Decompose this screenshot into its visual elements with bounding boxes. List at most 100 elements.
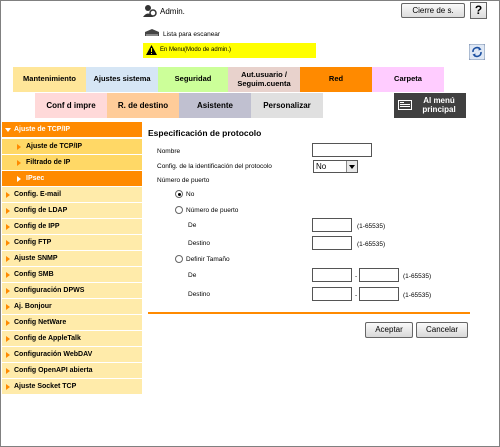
triangle-right-icon <box>6 240 10 246</box>
help-button[interactable]: ? <box>470 2 487 19</box>
sidebar-item-label: Config de AppleTalk <box>14 335 81 342</box>
sidebar-item-label: Config de LDAP <box>14 207 68 214</box>
triangle-right-icon <box>6 288 10 294</box>
sidebar-item-label: Config NetWare <box>14 319 67 326</box>
sidebar-item-label: Configuración WebDAV <box>14 351 93 358</box>
tab-asistente[interactable]: Asistente <box>179 93 251 118</box>
sidebar-item-label: IPsec <box>26 175 45 182</box>
tab-conf-impre[interactable]: Conf d impre <box>35 93 107 118</box>
triangle-right-icon <box>6 272 10 278</box>
scanner-icon <box>145 29 159 36</box>
triangle-right-icon <box>6 368 10 374</box>
range-hint: (1-65535) <box>357 241 386 248</box>
warning-icon <box>146 45 157 55</box>
sidebar-item[interactable]: Config OpenAPI abierta <box>2 363 142 379</box>
radio-define-size[interactable] <box>175 255 183 263</box>
tab-aut-usuario[interactable]: Aut.usuario / Seguim.cuenta <box>228 67 300 92</box>
sidebar-item[interactable]: Config SMB <box>2 267 142 283</box>
triangle-right-icon <box>6 224 10 230</box>
page-title: Especificación de protocolo <box>148 128 262 138</box>
triangle-right-icon <box>6 352 10 358</box>
sidebar-item[interactable]: Config de LDAP <box>2 203 142 219</box>
refresh-icon[interactable] <box>469 44 485 60</box>
admin-user-icon <box>143 5 157 17</box>
size-from-label: De <box>188 272 197 279</box>
range-hint: (1-65535) <box>403 273 432 280</box>
port-from-input[interactable] <box>312 218 352 232</box>
sidebar-item[interactable]: Aj. Bonjour <box>2 299 142 315</box>
dash: - <box>355 292 358 299</box>
radio-port-number[interactable] <box>175 206 183 214</box>
logout-button[interactable]: Cierre de s. <box>401 3 465 18</box>
main-menu-button[interactable]: Al menú principal <box>394 93 466 118</box>
sidebar-item-label: Config. E-mail <box>14 191 62 198</box>
protocol-id-label: Config. de la identificación del protoco… <box>157 163 272 170</box>
sidebar-item[interactable]: Configuración WebDAV <box>2 347 142 363</box>
port-number-label: Número de puerto <box>157 177 210 184</box>
name-label: Nombre <box>157 148 181 155</box>
sidebar-item[interactable]: Configuración DPWS <box>2 283 142 299</box>
tab-destino[interactable]: R. de destino <box>107 93 179 118</box>
triangle-right-icon <box>17 160 21 166</box>
triangle-right-icon <box>6 384 10 390</box>
sidebar-item-label: Ajuste Socket TCP <box>14 383 77 390</box>
accept-button[interactable]: Aceptar <box>365 322 413 338</box>
sidebar-item[interactable]: Config. E-mail <box>2 187 142 203</box>
range-hint: (1-65535) <box>357 223 386 230</box>
sidebar-item-label: Ajuste SNMP <box>14 255 58 262</box>
size-to-end-input[interactable] <box>359 287 399 301</box>
sidebar-item-label: Ajuste de TCP/IP <box>26 143 83 150</box>
admin-mode-label: En Menu(Modo de admin.) <box>160 47 232 53</box>
cancel-button[interactable]: Cancelar <box>416 322 468 338</box>
name-input[interactable] <box>312 143 372 157</box>
sidebar-item[interactable]: Ajuste de TCP/IP <box>2 122 142 138</box>
tab-personalizar[interactable]: Personalizar <box>251 93 323 118</box>
from-label: De <box>188 222 197 229</box>
sidebar-item[interactable]: Ajuste Socket TCP <box>2 379 142 395</box>
sidebar-item[interactable]: IPsec <box>2 171 142 187</box>
triangle-down-icon <box>5 128 11 132</box>
sidebar-item[interactable]: Config de AppleTalk <box>2 331 142 347</box>
sidebar-item-label: Config SMB <box>14 271 54 278</box>
sidebar-item-label: Config OpenAPI abierta <box>14 367 93 374</box>
triangle-right-icon <box>6 304 10 310</box>
size-to-label: Destino <box>188 291 211 298</box>
sidebar-item-label: Configuración DPWS <box>14 287 85 294</box>
dash: - <box>355 273 358 280</box>
sidebar-item[interactable]: Ajuste SNMP <box>2 251 142 267</box>
size-from-start-input[interactable] <box>312 268 352 282</box>
triangle-right-icon <box>17 176 21 182</box>
sidebar-item[interactable]: Ajuste de TCP/IP <box>2 139 142 155</box>
tab-mantenimiento[interactable]: Mantenimiento <box>13 67 86 92</box>
radio-define-size-label: Definir Tamaño <box>186 256 230 263</box>
sidebar-item[interactable]: Config NetWare <box>2 315 142 331</box>
protocol-id-select[interactable]: No <box>313 160 358 173</box>
triangle-right-icon <box>6 336 10 342</box>
sidebar-item-label: Config FTP <box>14 239 52 246</box>
size-from-end-input[interactable] <box>359 268 399 282</box>
tab-red[interactable]: Red <box>300 67 372 92</box>
triangle-right-icon <box>6 320 10 326</box>
triangle-right-icon <box>6 192 10 198</box>
scan-list-link[interactable]: Lista para escanear <box>163 31 220 38</box>
sidebar-item[interactable]: Filtrado de IP <box>2 155 142 171</box>
triangle-right-icon <box>6 256 10 262</box>
sidebar-item[interactable]: Config de IPP <box>2 219 142 235</box>
sidebar-item[interactable]: Config FTP <box>2 235 142 251</box>
triangle-right-icon <box>17 144 21 150</box>
size-to-start-input[interactable] <box>312 287 352 301</box>
chevron-down-icon <box>346 161 357 172</box>
tab-carpeta[interactable]: Carpeta <box>372 67 444 92</box>
range-hint: (1-65535) <box>403 292 432 299</box>
sidebar-item-label: Filtrado de IP <box>26 159 71 166</box>
home-menu-icon <box>398 100 412 110</box>
admin-label: Admin. <box>160 7 185 16</box>
sidebar-item-label: Ajuste de TCP/IP <box>14 126 71 133</box>
tab-seguridad[interactable]: Seguridad <box>158 67 228 92</box>
radio-port-number-label: Número de puerto <box>186 207 239 214</box>
radio-no-label: No <box>186 191 195 198</box>
port-to-input[interactable] <box>312 236 352 250</box>
tab-ajustes-sistema[interactable]: Ajustes sistema <box>86 67 158 92</box>
triangle-right-icon <box>6 208 10 214</box>
radio-no[interactable] <box>175 190 183 198</box>
